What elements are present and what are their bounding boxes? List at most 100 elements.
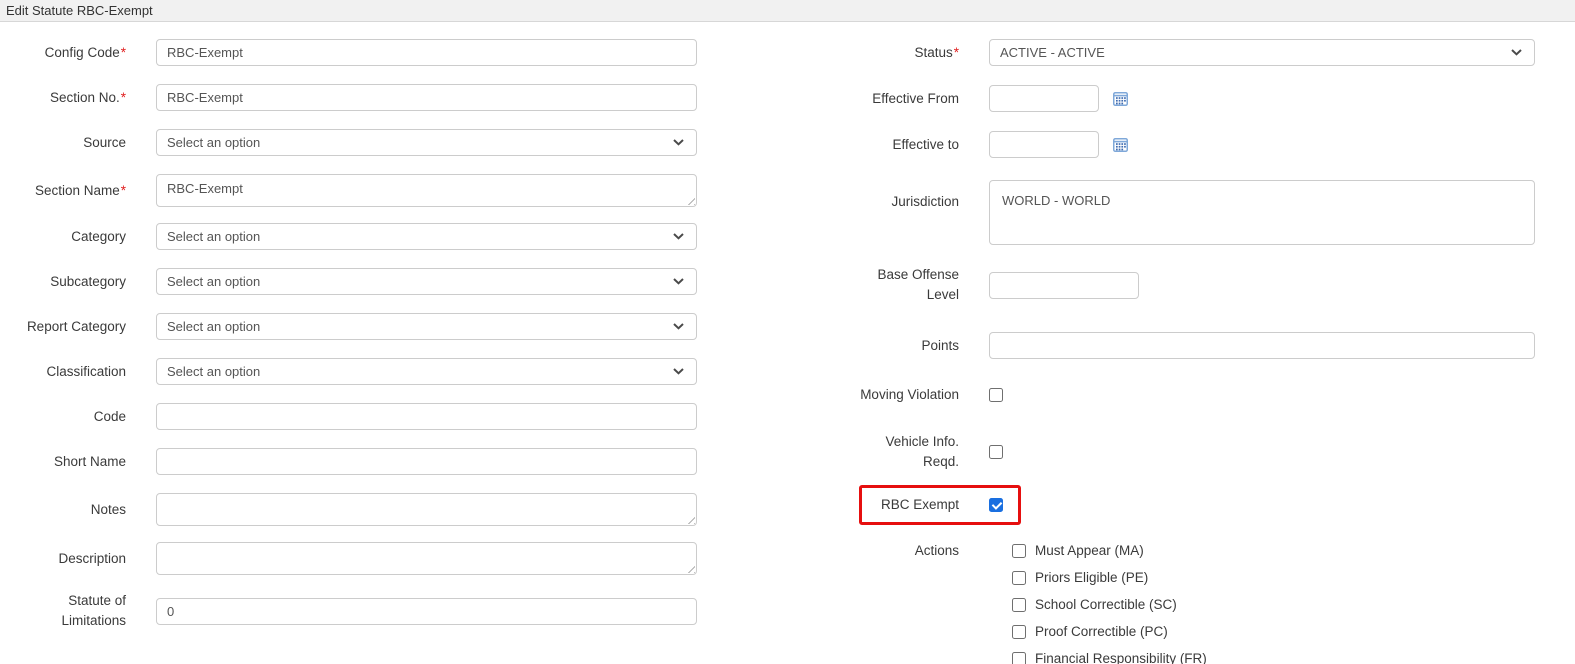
- classification-select-value: Select an option: [167, 364, 261, 379]
- form-row: Code: [0, 403, 702, 430]
- form-row: Description: [0, 542, 702, 575]
- form-row: Actions Must Appear (MA) Priors Eligible…: [851, 537, 1535, 664]
- form-row: Base Offense Level: [851, 265, 1535, 305]
- field-label-statute-of-limitations: Statute of Limitations: [61, 593, 126, 628]
- financial-responsibility-checkbox[interactable]: [1012, 651, 1026, 664]
- form-row: Notes: [0, 493, 702, 526]
- classification-select[interactable]: Select an option: [156, 358, 697, 385]
- form-row: Short Name: [0, 448, 702, 475]
- field-label-effective-from: Effective From: [872, 90, 959, 106]
- required-asterisk: *: [120, 182, 126, 198]
- form-row: Subcategory Select an option: [0, 268, 702, 295]
- form-row: Effective to: [851, 131, 1535, 158]
- field-label-rbc-exempt: RBC Exempt: [880, 497, 959, 512]
- base-offense-level-input[interactable]: [989, 271, 1139, 299]
- form-row: Moving Violation: [851, 385, 1535, 405]
- action-item-proof-correctible: Proof Correctible (PC): [1012, 618, 1207, 645]
- points-input[interactable]: [989, 332, 1535, 359]
- field-label-code: Code: [93, 408, 126, 424]
- field-label-subcategory: Subcategory: [50, 273, 126, 289]
- form-column-left: Config Code* Section No.* Source Select …: [0, 39, 702, 664]
- page-title: Edit Statute RBC-Exempt: [6, 3, 153, 18]
- code-input[interactable]: [156, 403, 697, 430]
- status-select-value: ACTIVE - ACTIVE: [1000, 45, 1105, 60]
- field-label-points: Points: [921, 337, 959, 353]
- action-item-label: School Correctible (SC): [1035, 597, 1177, 612]
- subcategory-select[interactable]: Select an option: [156, 268, 697, 295]
- rbc-exempt-checkbox[interactable]: [989, 498, 1003, 512]
- form-row: Jurisdiction WORLD - WORLD: [851, 180, 1535, 245]
- effective-from-input[interactable]: [989, 85, 1099, 112]
- short-name-input[interactable]: [156, 448, 697, 475]
- category-select-value: Select an option: [167, 229, 261, 244]
- form-row: Classification Select an option: [0, 358, 702, 385]
- statute-of-limitations-input[interactable]: [156, 597, 697, 625]
- chevron-down-icon: [1511, 49, 1522, 56]
- action-item-priors-eligible: Priors Eligible (PE): [1012, 564, 1207, 591]
- chevron-down-icon: [673, 278, 684, 285]
- section-name-textarea[interactable]: RBC-Exempt: [156, 174, 697, 207]
- required-asterisk: *: [953, 44, 959, 60]
- field-label-classification: Classification: [46, 363, 126, 379]
- jurisdiction-box[interactable]: WORLD - WORLD: [989, 180, 1535, 245]
- form-row: Vehicle Info. Reqd.: [851, 432, 1535, 472]
- field-label-effective-to: Effective to: [892, 136, 959, 152]
- form-row: Report Category Select an option: [0, 313, 702, 340]
- form-row: Config Code*: [0, 39, 702, 66]
- action-item-label: Proof Correctible (PC): [1035, 624, 1168, 639]
- actions-checkbox-group: Must Appear (MA) Priors Eligible (PE) Sc…: [989, 537, 1207, 664]
- calendar-icon[interactable]: [1113, 91, 1128, 106]
- field-label-description: Description: [58, 550, 126, 566]
- school-correctible-checkbox[interactable]: [1012, 597, 1026, 612]
- chevron-down-icon: [673, 368, 684, 375]
- must-appear-checkbox[interactable]: [1012, 543, 1026, 558]
- subcategory-select-value: Select an option: [167, 274, 261, 289]
- priors-eligible-checkbox[interactable]: [1012, 570, 1026, 585]
- form-column-right: Status* ACTIVE - ACTIVE Effective From E…: [851, 39, 1535, 664]
- field-label-section-name: Section Name*: [34, 182, 126, 198]
- form-row: Status* ACTIVE - ACTIVE: [851, 39, 1535, 66]
- field-label-status: Status*: [914, 44, 959, 60]
- field-label-jurisdiction: Jurisdiction: [891, 194, 959, 209]
- required-asterisk: *: [120, 44, 126, 60]
- field-label-category: Category: [71, 228, 126, 244]
- form-row: Section No.*: [0, 84, 702, 111]
- source-select-value: Select an option: [167, 135, 261, 150]
- vehicle-info-reqd-checkbox[interactable]: [989, 445, 1003, 459]
- action-item-label: Financial Responsibility (FR): [1035, 651, 1207, 664]
- field-label-notes: Notes: [90, 501, 126, 517]
- field-label-vehicle-info-reqd: Vehicle Info. Reqd.: [885, 434, 959, 469]
- report-category-select-value: Select an option: [167, 319, 261, 334]
- action-item-financial-responsibility: Financial Responsibility (FR): [1012, 645, 1207, 664]
- action-item-label: Priors Eligible (PE): [1035, 570, 1149, 585]
- config-code-input[interactable]: [156, 39, 697, 66]
- page-title-bar: Edit Statute RBC-Exempt: [0, 0, 1575, 22]
- source-select[interactable]: Select an option: [156, 129, 697, 156]
- moving-violation-checkbox[interactable]: [989, 388, 1003, 402]
- action-item-must-appear: Must Appear (MA): [1012, 537, 1207, 564]
- edit-statute-page: Edit Statute RBC-Exempt Config Code* Sec…: [0, 0, 1575, 664]
- form-row: Category Select an option: [0, 223, 702, 250]
- notes-textarea[interactable]: [156, 493, 697, 526]
- proof-correctible-checkbox[interactable]: [1012, 624, 1026, 639]
- field-label-section-no: Section No.*: [49, 89, 126, 105]
- field-label-short-name: Short Name: [53, 453, 126, 469]
- action-item-school-correctible: School Correctible (SC): [1012, 591, 1207, 618]
- effective-to-input[interactable]: [989, 131, 1099, 158]
- status-select[interactable]: ACTIVE - ACTIVE: [989, 39, 1535, 66]
- chevron-down-icon: [673, 139, 684, 146]
- chevron-down-icon: [673, 323, 684, 330]
- form-row: Effective From: [851, 85, 1535, 112]
- category-select[interactable]: Select an option: [156, 223, 697, 250]
- action-item-label: Must Appear (MA): [1035, 543, 1144, 558]
- field-label-actions: Actions: [914, 543, 959, 558]
- description-textarea[interactable]: [156, 542, 697, 575]
- required-asterisk: *: [120, 89, 126, 105]
- section-no-input[interactable]: [156, 84, 697, 111]
- chevron-down-icon: [673, 233, 684, 240]
- field-label-moving-violation: Moving Violation: [860, 387, 959, 402]
- calendar-icon[interactable]: [1113, 137, 1128, 152]
- form-row: RBC Exempt: [851, 485, 1535, 525]
- field-label-source: Source: [83, 134, 126, 150]
- report-category-select[interactable]: Select an option: [156, 313, 697, 340]
